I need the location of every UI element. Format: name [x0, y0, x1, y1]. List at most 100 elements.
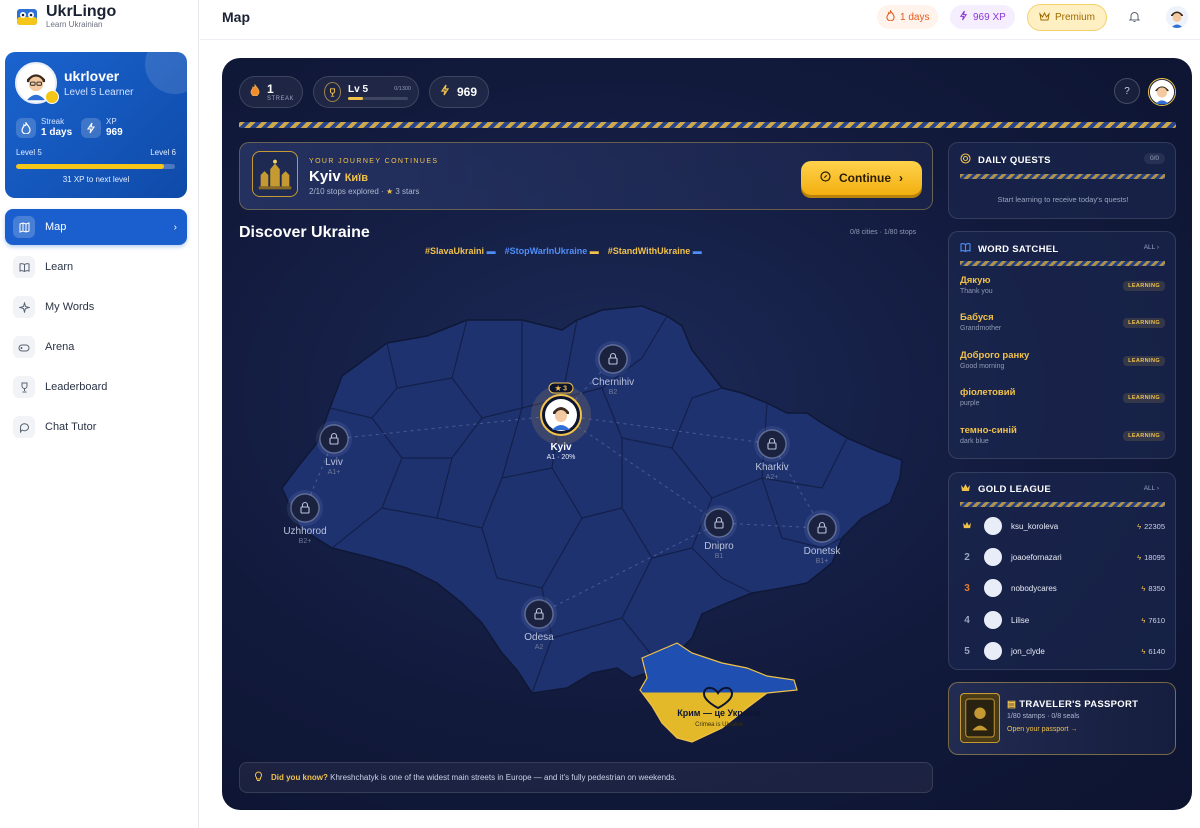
- logo-icon: [17, 9, 37, 25]
- nav-item-my-words[interactable]: My Words: [5, 289, 187, 325]
- leaderboard-row[interactable]: ksu_koroleva ϟ 22305: [960, 515, 1165, 537]
- player-name: ksu_koroleva: [1011, 521, 1059, 531]
- book-icon: [13, 256, 35, 278]
- daily-quests-title: DAILY QUESTS: [978, 154, 1051, 166]
- map-card: 1 STREAK Lv 5 0/1300 969 ? YOUR JOURNEY …: [222, 58, 1192, 810]
- word-item[interactable]: Бабуся Grandmother LEARNING: [960, 312, 1165, 332]
- streak-pill-label: 1 days: [900, 11, 930, 23]
- word-satchel-header: WORD SATCHEL: [960, 242, 1058, 256]
- daily-quests-empty: Start learning to receive today's quests…: [997, 195, 1129, 204]
- status-badge: LEARNING: [1123, 431, 1165, 441]
- nav-item-leaderboard[interactable]: Leaderboard: [5, 369, 187, 405]
- topbar: Map 1 days 969 XP Premium: [200, 0, 1200, 40]
- nav-label: Map: [45, 221, 67, 233]
- xp-label: XP: [106, 117, 117, 126]
- passport-meta: 1/80 stamps · 0/8 seals: [1007, 713, 1080, 720]
- avatar: [984, 611, 1002, 629]
- city-level: B1: [715, 553, 724, 560]
- question-icon: ?: [1124, 85, 1130, 97]
- city-level: B1+: [816, 558, 829, 565]
- profile-card[interactable]: ukrlover Level 5 Learner Streak 1 days X…: [5, 52, 187, 198]
- map-user-avatar[interactable]: [1148, 78, 1176, 106]
- avatar: [984, 579, 1002, 597]
- city-name: Odesa: [524, 632, 554, 643]
- word-satchel-title: WORD SATCHEL: [978, 243, 1059, 255]
- nav-label: My Words: [45, 301, 95, 313]
- xp-pill[interactable]: 969 XP: [950, 5, 1015, 29]
- open-passport-link[interactable]: Open your passport →: [1007, 726, 1077, 733]
- brand-subtitle: Learn Ukrainian: [46, 20, 103, 29]
- word-item[interactable]: Доброго ранку Good morning LEARNING: [960, 350, 1165, 370]
- leaderboard-row[interactable]: 5 jon_clyde ϟ 6140: [960, 640, 1165, 662]
- streak-value: 1 days: [41, 127, 73, 138]
- player-rank: 5: [964, 645, 970, 657]
- player-name: nobodycares: [1011, 583, 1057, 593]
- level-to: Level 6: [150, 148, 176, 157]
- city-marker-dnipro[interactable]: DniproB1: [701, 505, 737, 560]
- help-button[interactable]: ?: [1114, 78, 1140, 104]
- level-progress-bar: [16, 164, 175, 169]
- player-rank: 3: [964, 582, 970, 594]
- gamepad-icon: [13, 336, 35, 358]
- leaderboard-row[interactable]: 3 nobodycares ϟ 8350: [960, 577, 1165, 599]
- city-marker-kharkiv[interactable]: KharkivA2+: [754, 426, 790, 481]
- player-xp: ϟ 22305: [1137, 521, 1165, 531]
- avatar: [984, 548, 1002, 566]
- gold-league-title: GOLD LEAGUE: [978, 483, 1051, 495]
- player-name: joaoefornazari: [1011, 552, 1062, 562]
- streak-pill[interactable]: 1 days: [877, 5, 939, 29]
- city-marker-donetsk[interactable]: DonetskB1+: [804, 510, 842, 565]
- word-satchel-all-link[interactable]: ALL ›: [1138, 242, 1165, 253]
- decorative-stripe: [960, 502, 1165, 507]
- lightning-icon: [81, 118, 101, 138]
- daily-quests-header: DAILY QUESTS: [960, 153, 1051, 167]
- passport-small-icon: ▤: [1007, 699, 1017, 710]
- word-item[interactable]: темно-синій dark blue LEARNING: [960, 425, 1165, 445]
- premium-button[interactable]: Premium: [1027, 4, 1108, 31]
- status-badge: LEARNING: [1123, 318, 1165, 328]
- brand[interactable]: UkrLingo Learn Ukrainian: [14, 4, 116, 30]
- status-badge: LEARNING: [1123, 281, 1165, 291]
- nav-label: Chat Tutor: [45, 421, 97, 433]
- city-marker-odesa[interactable]: OdesaA2: [521, 596, 557, 651]
- nav-item-arena[interactable]: Arena: [5, 329, 187, 365]
- ukraine-mainland: [281, 305, 903, 694]
- player-xp: ϟ 8350: [1141, 583, 1165, 593]
- lightning-icon: ϟ: [1141, 615, 1146, 625]
- nav-item-learn[interactable]: Learn: [5, 249, 187, 285]
- did-you-know-tip: Did you know? Khreshchatyk is one of the…: [239, 762, 933, 793]
- flame-icon: [886, 9, 895, 24]
- trophy-icon: [13, 376, 35, 398]
- nav-item-map[interactable]: Map ›: [5, 209, 187, 245]
- city-name: Donetsk: [804, 546, 842, 557]
- decorative-circle: [145, 52, 187, 94]
- city-name: Chernihiv: [592, 377, 634, 388]
- xp-to-next: 31 XP to next level: [62, 175, 130, 184]
- word-item[interactable]: фіолетовий purple LEARNING: [960, 387, 1165, 407]
- page-title: Map: [222, 9, 250, 25]
- flame-icon: [16, 118, 36, 138]
- nav-item-chat-tutor[interactable]: Chat Tutor: [5, 409, 187, 445]
- player-xp: ϟ 7610: [1141, 615, 1165, 625]
- premium-label: Premium: [1055, 12, 1096, 23]
- gold-league-all-link[interactable]: ALL ›: [1138, 483, 1165, 494]
- bell-icon[interactable]: [1128, 11, 1141, 26]
- crown-icon: [1039, 11, 1050, 24]
- lightning-icon: ϟ: [1141, 646, 1146, 656]
- crown-icon: [960, 521, 974, 532]
- leaderboard-row[interactable]: 2 joaoefornazari ϟ 18095: [960, 546, 1165, 568]
- leaderboard-row[interactable]: 4 Lilise ϟ 7610: [960, 609, 1165, 631]
- city-marker-chernihiv[interactable]: ChernihivB2: [592, 341, 634, 396]
- nav-label: Arena: [45, 341, 75, 353]
- user-avatar[interactable]: [1166, 6, 1188, 28]
- city-name: Lviv: [325, 457, 343, 468]
- lightning-icon: [959, 10, 968, 24]
- streak-label: Streak: [41, 117, 65, 126]
- word-satchel-panel: WORD SATCHEL ALL › Дякую Thank you LEARN…: [948, 231, 1176, 459]
- passport-icon: [960, 693, 1000, 743]
- status-badge: LEARNING: [1123, 393, 1165, 403]
- travelers-passport-card[interactable]: ▤ TRAVELER'S PASSPORT 1/80 stamps · 0/8 …: [948, 682, 1176, 755]
- word-item[interactable]: Дякую Thank you LEARNING: [960, 275, 1165, 295]
- profile-level-title: Level 5 Learner: [64, 87, 134, 98]
- level-progress-fill: [16, 164, 164, 169]
